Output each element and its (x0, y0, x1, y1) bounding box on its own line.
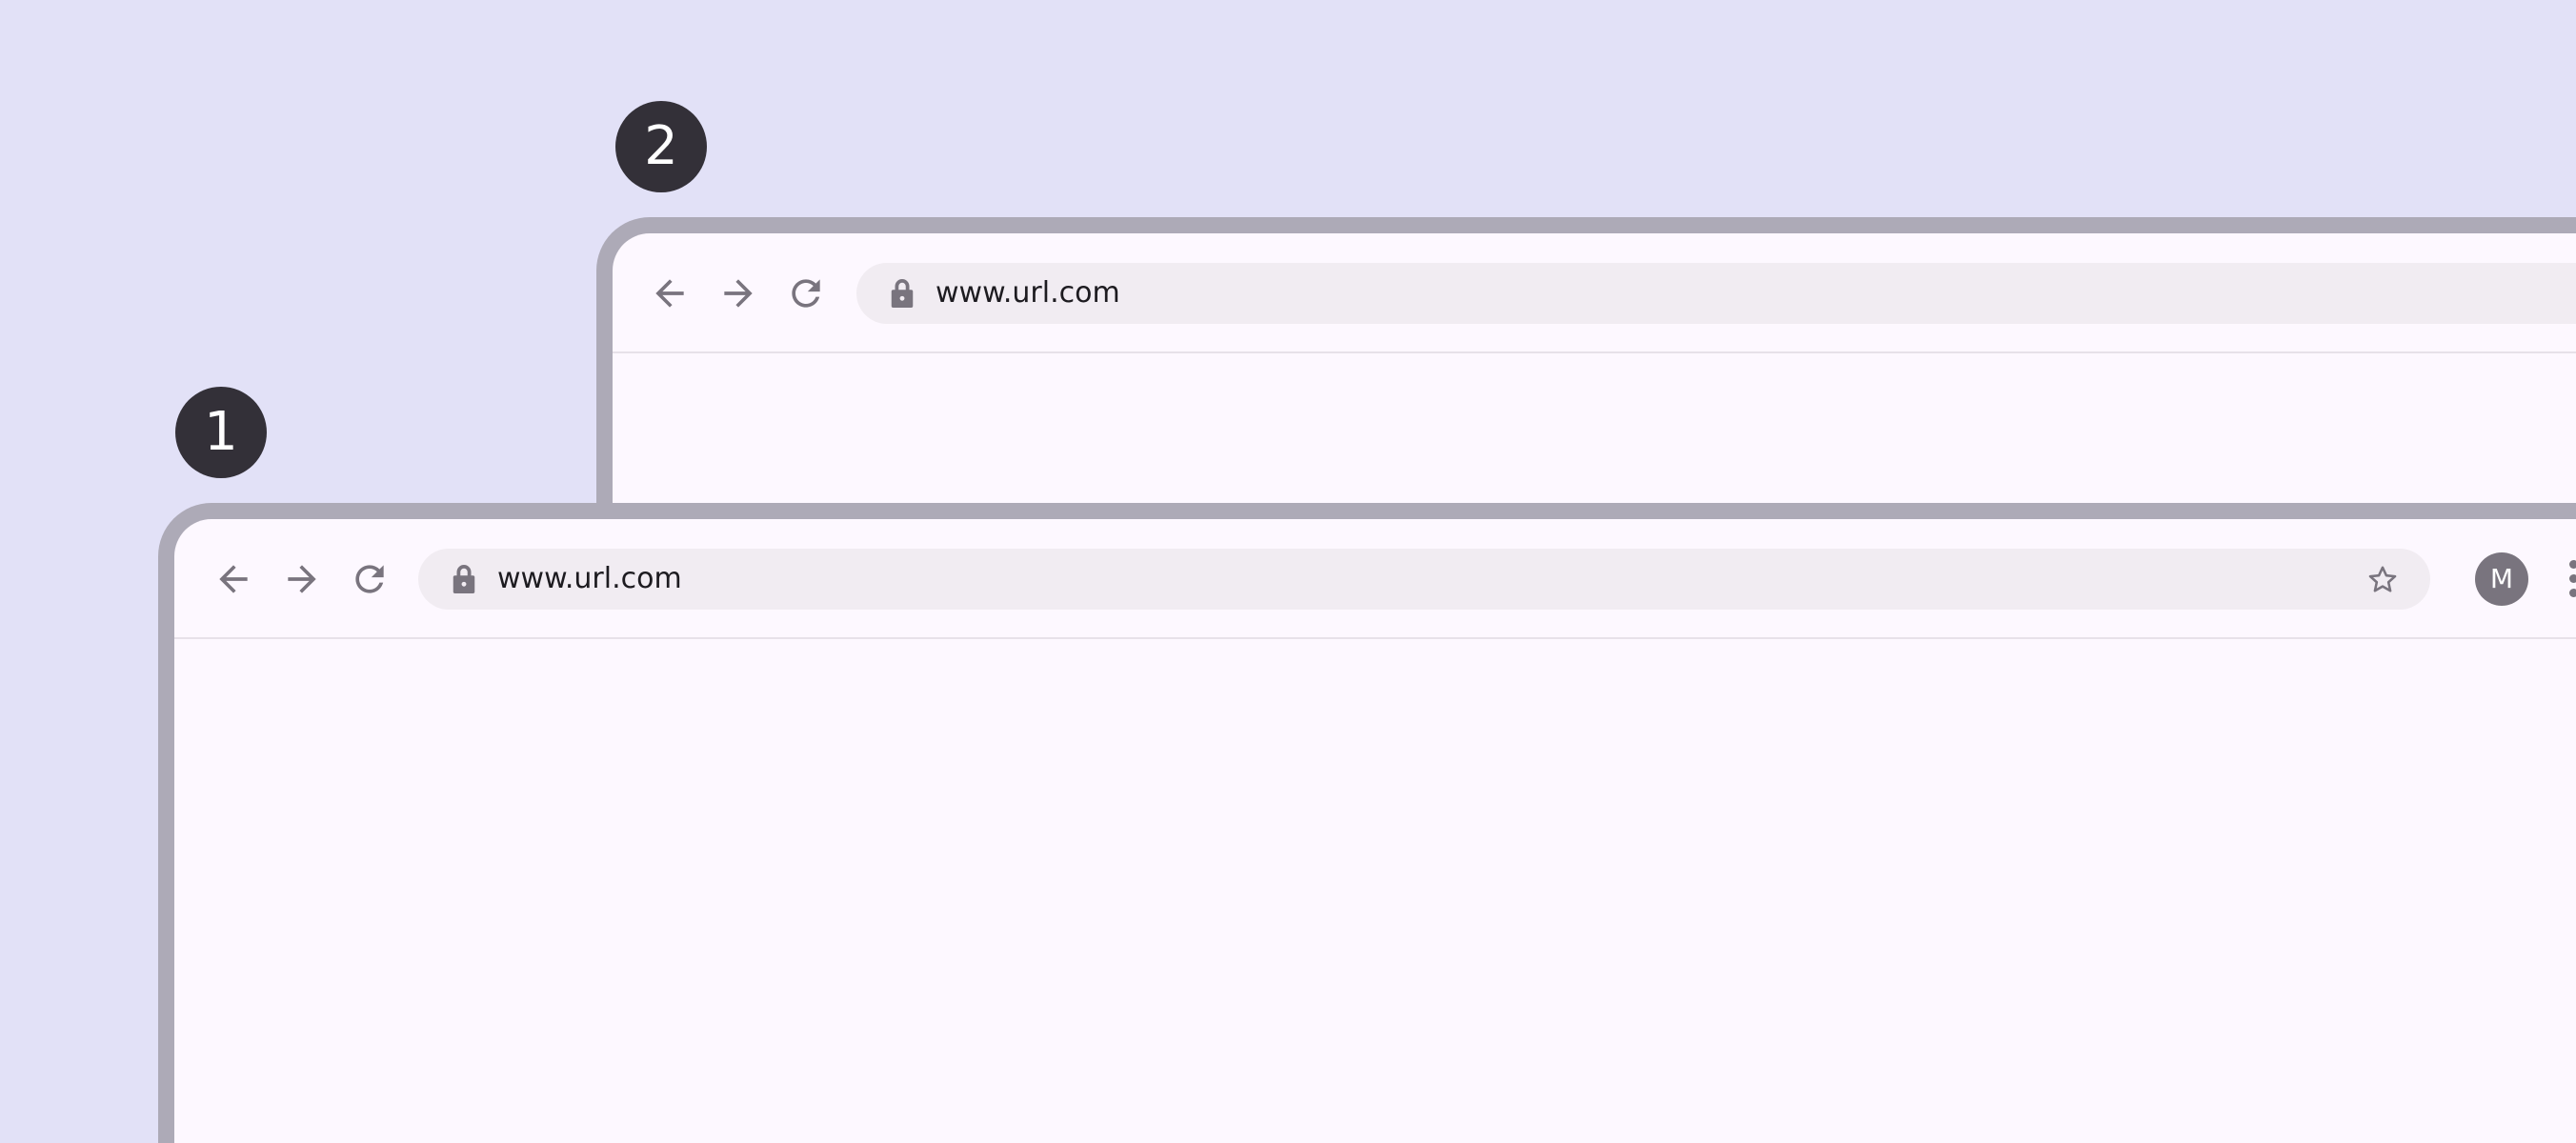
avatar[interactable]: M (2475, 552, 2528, 606)
arrow-back-icon[interactable] (649, 272, 691, 314)
browser-window-back: www.url.com (596, 217, 2576, 522)
url-text: www.url.com (936, 276, 1120, 310)
arrow-forward-icon[interactable] (281, 558, 323, 600)
address-bar[interactable]: www.url.com (856, 263, 2576, 324)
arrow-back-icon[interactable] (212, 558, 254, 600)
refresh-icon[interactable] (349, 558, 391, 600)
address-bar[interactable]: www.url.com (418, 549, 2430, 610)
callout-marker-1: 1 (175, 387, 267, 478)
lock-icon (889, 279, 916, 308)
callout-marker-2: 2 (615, 101, 707, 192)
lock-icon (451, 565, 477, 593)
page-content (613, 353, 2576, 522)
star-icon[interactable] (2365, 563, 2400, 597)
url-text: www.url.com (497, 562, 682, 595)
refresh-icon[interactable] (785, 272, 827, 314)
browser-toolbar: www.url.com M (174, 519, 2576, 639)
browser-toolbar: www.url.com (613, 233, 2576, 353)
page-content (174, 639, 2576, 1143)
more-vert-icon[interactable] (2567, 560, 2576, 598)
arrow-forward-icon[interactable] (717, 272, 759, 314)
browser-window-front: www.url.com M (158, 503, 2576, 1143)
